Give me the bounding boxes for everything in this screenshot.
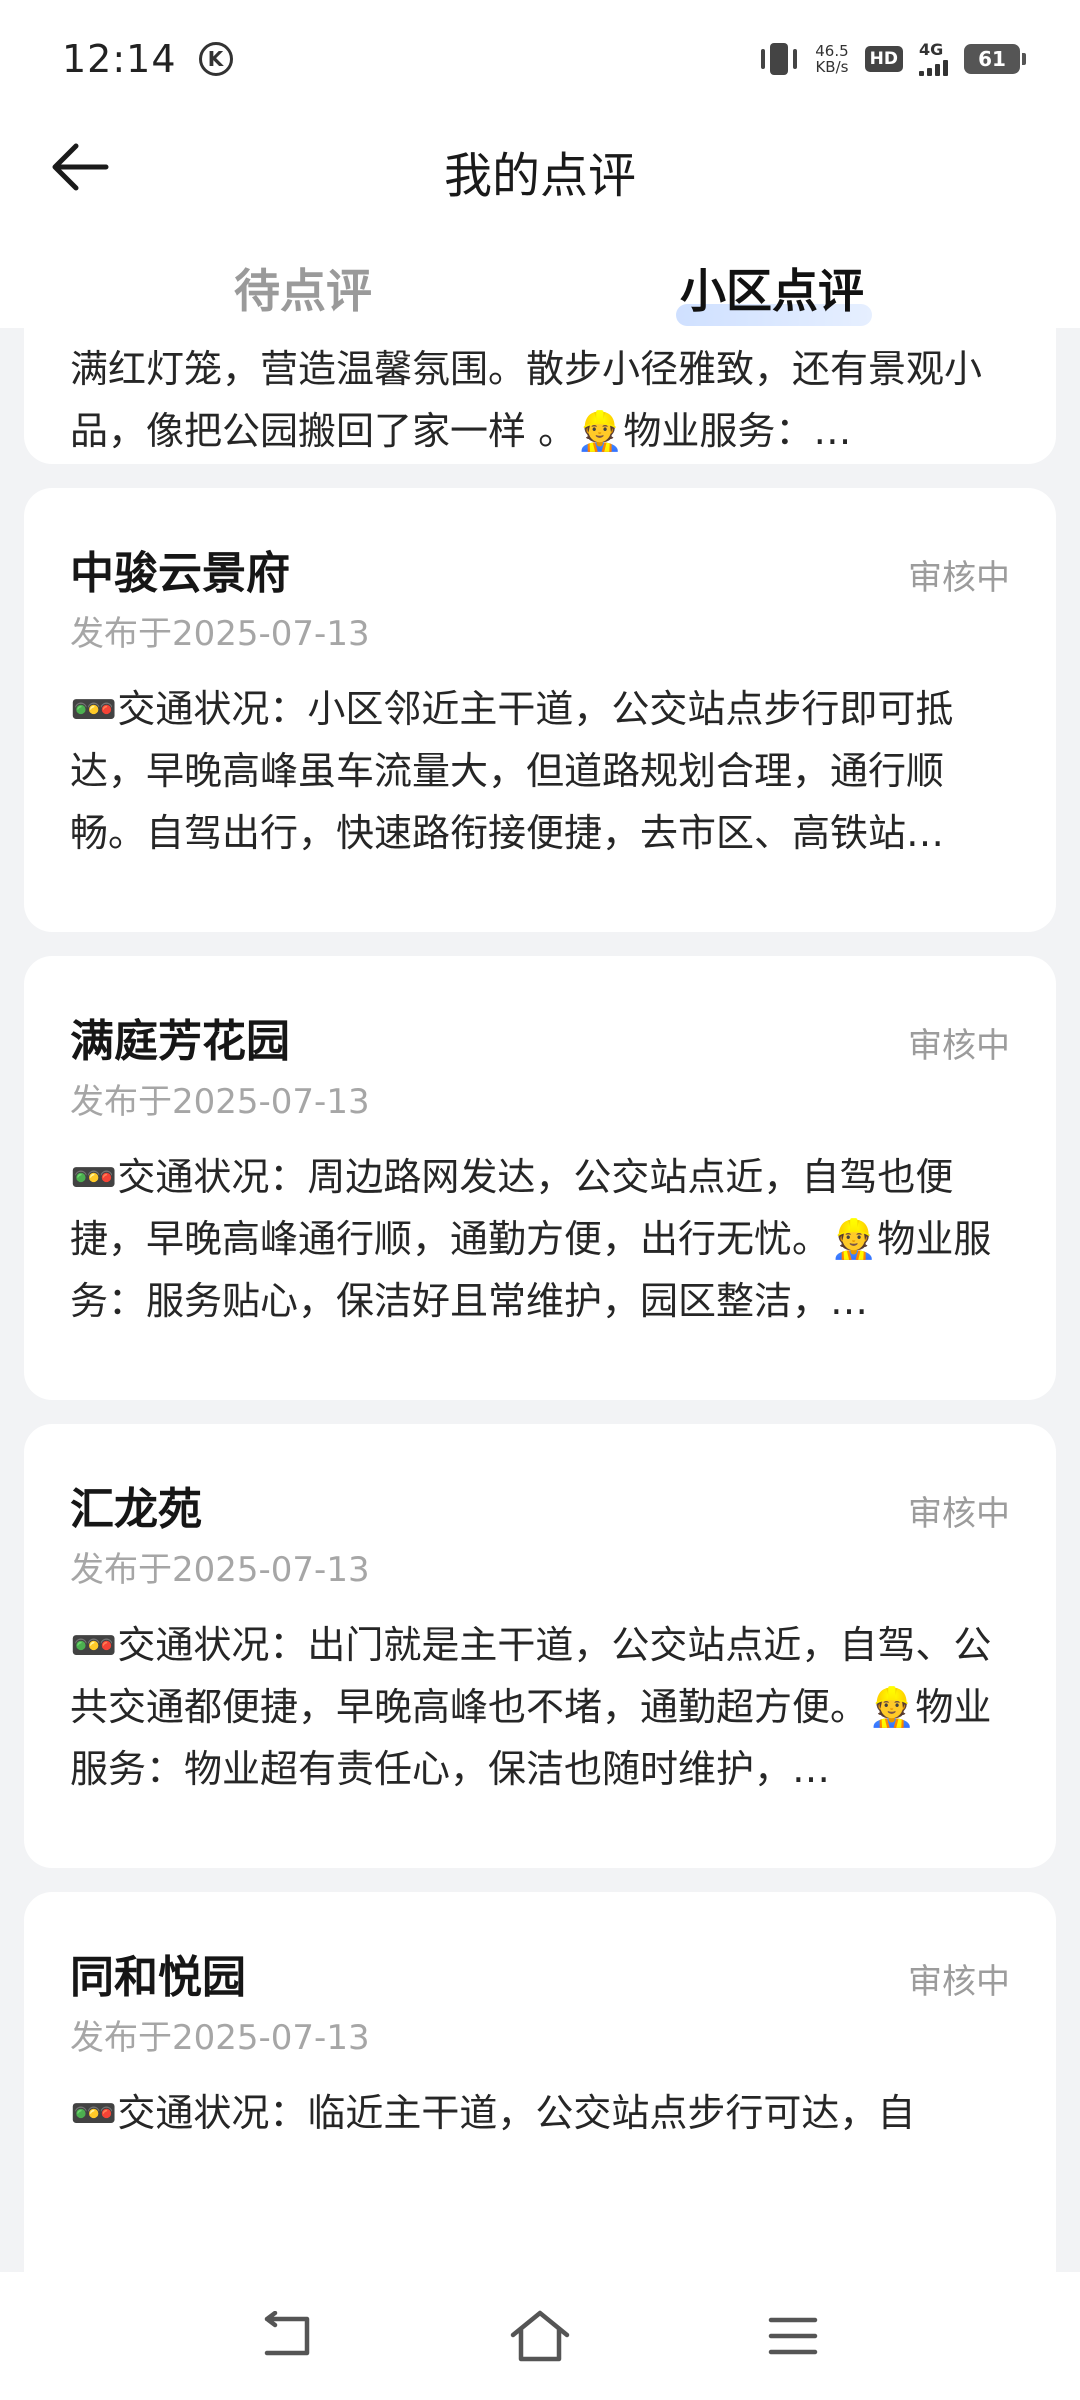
publish-date: 发布于2025-07-13 <box>70 1550 370 1590</box>
k-badge-icon: K <box>198 42 233 76</box>
tab-bar: 待点评 小区点评 <box>0 260 1080 328</box>
community-name: 满庭芳花园 <box>70 1016 290 1067</box>
publish-date: 发布于2025-07-13 <box>70 614 370 654</box>
menu-icon <box>769 2317 818 2355</box>
review-text: 🚥交通状况：周边路网发达，公交站点近，自驾也便捷，早晚高峰通行顺，通勤方便，出行… <box>70 1155 992 1323</box>
nav-home-button[interactable] <box>500 2306 580 2366</box>
review-text: 🚥交通状况：出门就是主干道，公交站点近，自驾、公共交通都便捷，早晚高峰也不堵，通… <box>70 1623 992 1791</box>
status-time: 12:14 <box>62 37 177 81</box>
review-list[interactable]: 👏小区特色：中式园林景观超好看，花草繁茂，树木挂满红灯笼，营造温馨氛围。散步小径… <box>0 328 1080 2272</box>
nav-back-button[interactable] <box>247 2306 327 2366</box>
battery-icon: 61 <box>964 44 1026 74</box>
nav-menu-button[interactable] <box>753 2306 833 2366</box>
header: 我的点评 待点评 小区点评 <box>0 118 1080 328</box>
community-name: 同和悦园 <box>70 1952 246 2003</box>
screen: 12:14 K 46.5 KB/s HD 4G 61 我的点评 待点评 小区点评… <box>0 0 1080 2400</box>
status-badge: 审核中 <box>908 1494 1010 1534</box>
review-card[interactable]: 中骏云景府 审核中 发布于2025-07-13 🚥交通状况：小区邻近主干道，公交… <box>24 488 1056 932</box>
network-type: 4G <box>919 40 944 59</box>
vibrate-icon <box>759 41 799 77</box>
community-name: 汇龙苑 <box>70 1484 202 1535</box>
review-card[interactable]: 汇龙苑 审核中 发布于2025-07-13 🚥交通状况：出门就是主干道，公交站点… <box>24 1424 1056 1868</box>
review-card[interactable]: 同和悦园 审核中 发布于2025-07-13 🚥交通状况：临近主干道，公交站点步… <box>24 1892 1056 2272</box>
review-card[interactable]: 👏小区特色：中式园林景观超好看，花草繁茂，树木挂满红灯笼，营造温馨氛围。散步小径… <box>24 328 1056 464</box>
status-badge: 审核中 <box>908 1026 1010 1066</box>
community-name: 中骏云景府 <box>70 548 290 599</box>
status-badge: 审核中 <box>908 558 1010 598</box>
publish-date: 发布于2025-07-13 <box>70 1082 370 1122</box>
status-bar: 12:14 K 46.5 KB/s HD 4G 61 <box>0 0 1080 118</box>
net-speed-unit: KB/s <box>815 58 849 76</box>
review-text: 🚥交通状况：临近主干道，公交站点步行可达，自 <box>70 2091 916 2135</box>
publish-date: 发布于2025-07-13 <box>70 2018 370 2058</box>
review-card[interactable]: 满庭芳花园 审核中 发布于2025-07-13 🚥交通状况：周边路网发达，公交站… <box>24 956 1056 1400</box>
review-text: 🚥交通状况：小区邻近主干道，公交站点步行即可抵达，早晚高峰虽车流量大，但道路规划… <box>70 687 954 855</box>
net-speed: 46.5 KB/s <box>815 43 848 75</box>
page-title: 我的点评 <box>443 148 636 204</box>
status-badge: 审核中 <box>908 1962 1010 2002</box>
system-nav-bar <box>0 2272 1080 2400</box>
status-icons: 46.5 KB/s HD 4G 61 <box>759 41 1026 77</box>
tab-pending-review[interactable]: 待点评 <box>234 260 372 322</box>
hd-icon: HD <box>864 46 903 72</box>
nav-back-icon <box>264 2311 309 2356</box>
tab-community-review[interactable]: 小区点评 <box>680 260 864 322</box>
home-icon <box>510 2310 570 2362</box>
net-speed-value: 46.5 <box>815 42 849 60</box>
signal-icon: 4G <box>919 42 948 76</box>
review-text: 👏小区特色：中式园林景观超好看，花草繁茂，树木挂满红灯笼，营造温馨氛围。散步小径… <box>70 328 991 453</box>
